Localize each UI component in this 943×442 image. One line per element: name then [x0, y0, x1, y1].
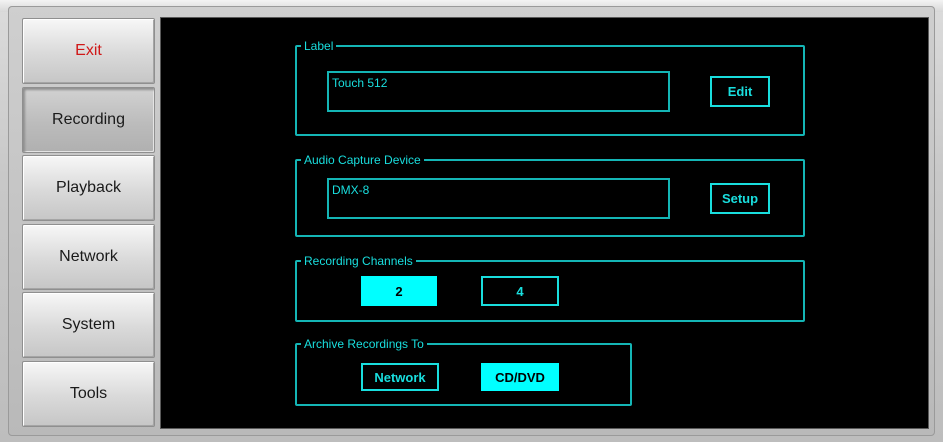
channels-4-button[interactable]: 4 — [481, 276, 559, 306]
archive-recordings-group: Archive Recordings To Network CD/DVD — [295, 337, 632, 406]
audio-capture-group-title: Audio Capture Device — [301, 153, 424, 167]
sidebar-item-exit[interactable]: Exit — [22, 18, 155, 84]
recording-channels-group-title: Recording Channels — [301, 254, 416, 268]
edit-button[interactable]: Edit — [710, 76, 770, 107]
archive-recordings-group-title: Archive Recordings To — [301, 337, 427, 351]
archive-cd-dvd-button[interactable]: CD/DVD — [481, 363, 559, 391]
label-group-title: Label — [301, 39, 337, 53]
recording-channels-group: Recording Channels 2 4 — [295, 254, 805, 322]
sidebar-nav: Exit Recording Playback Network System T… — [22, 18, 155, 429]
sidebar-item-network[interactable]: Network — [22, 224, 155, 290]
label-field[interactable]: Touch 512 — [327, 71, 670, 112]
sidebar-item-playback[interactable]: Playback — [22, 155, 155, 221]
sidebar-item-recording[interactable]: Recording — [22, 87, 155, 153]
archive-network-button[interactable]: Network — [361, 363, 439, 391]
sidebar-item-system[interactable]: System — [22, 292, 155, 358]
channels-2-button[interactable]: 2 — [361, 276, 437, 306]
audio-capture-group: Audio Capture Device DMX-8 Setup — [295, 153, 805, 237]
sidebar-item-tools[interactable]: Tools — [22, 361, 155, 427]
label-group: Label Touch 512 Edit — [295, 39, 805, 136]
recording-settings-panel: Label Touch 512 Edit Audio Capture Devic… — [160, 17, 929, 429]
capture-device-field[interactable]: DMX-8 — [327, 178, 670, 219]
setup-button[interactable]: Setup — [710, 183, 770, 214]
